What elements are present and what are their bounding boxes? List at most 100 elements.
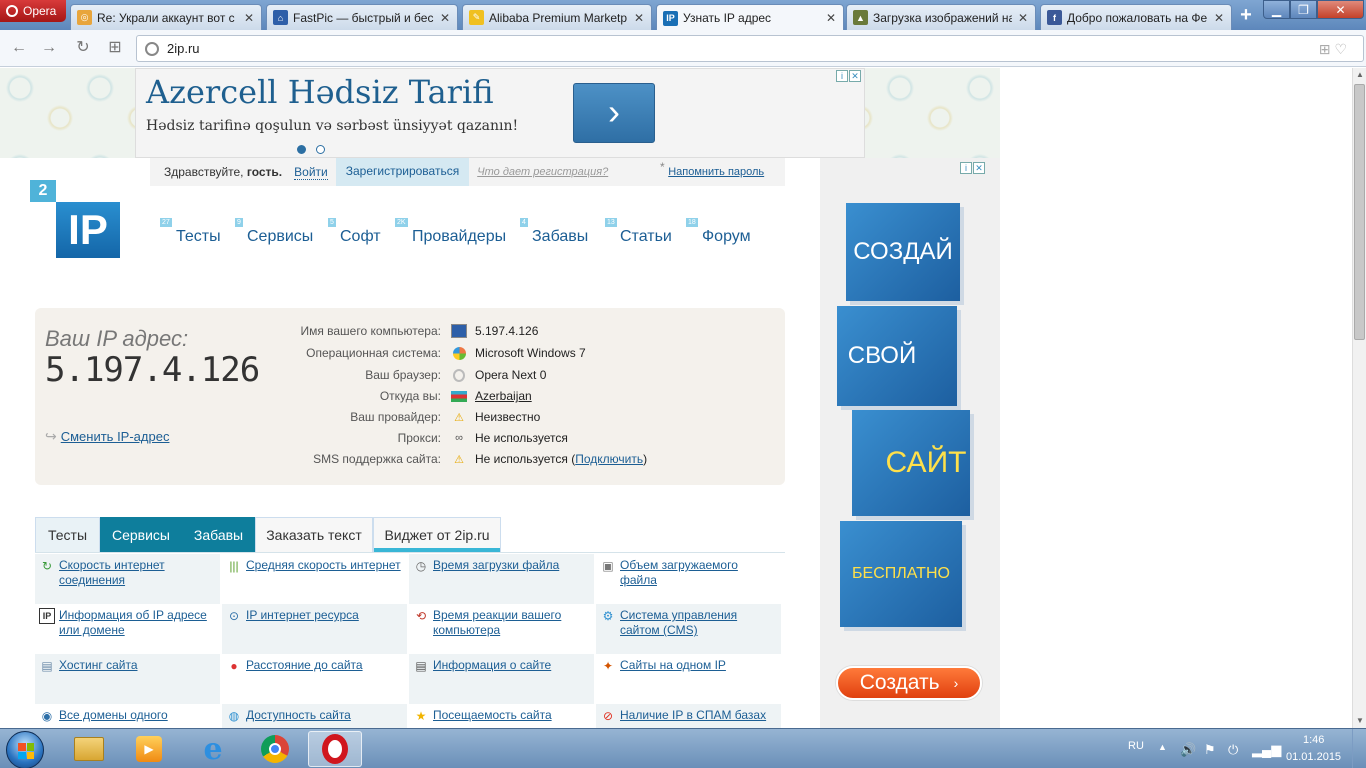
opera-taskbar-icon[interactable] [308,731,362,767]
connect-sms-link[interactable]: Подключить [575,452,643,466]
tab-widget-label: Виджет от 2ip.ru [384,527,490,543]
service-item[interactable]: ⊙ IP интернет ресурса [222,604,407,654]
forward-icon[interactable]: → [40,39,58,57]
browser-icon [451,368,467,382]
tab-fun[interactable]: Забавы [182,517,255,552]
show-desktop-button[interactable] [1352,729,1366,768]
remind-password-link[interactable]: Напомнить пароль [668,166,764,178]
service-link[interactable]: Доступность сайта [246,708,351,728]
service-link[interactable]: IP интернет ресурса [246,608,359,654]
ad-dot[interactable] [316,145,325,154]
create-site-button[interactable]: Создать › [836,666,982,700]
tab-tests[interactable]: Тесты [35,517,100,552]
service-item[interactable]: ▣ Объем загружаемого файла [596,554,781,604]
minimize-button[interactable]: ▁ [1263,0,1290,19]
service-item[interactable]: ⚙ Система управления сайтом (CMS) [596,604,781,654]
service-link[interactable]: Информация об IP адресе или домене [59,608,216,654]
page-scrollbar[interactable]: ▲ ▼ [1352,68,1366,728]
site-logo[interactable]: 2 IP [30,180,120,260]
ad-dot-active[interactable] [297,145,306,154]
service-item[interactable]: ◉ Все домены одного [35,704,220,728]
side-banner-ad[interactable]: i ✕ СОЗДАЙ СВОЙ САЙТ БЕСПЛАТНО Создать › [820,158,1000,728]
browser-tab[interactable]: ◎ Re: Украли аккаунт вот с ✕ [70,4,262,30]
service-item[interactable]: ||| Средняя скорость интернет [222,554,407,604]
tab-services[interactable]: Сервисы [100,517,182,552]
browser-tab[interactable]: ▲ Загрузка изображений на ✕ [846,4,1036,30]
service-item[interactable]: ◍ Доступность сайта [222,704,407,728]
internet-explorer-taskbar-icon[interactable]: e [186,731,240,767]
service-link[interactable]: Средняя скорость интернет [246,558,401,604]
service-link[interactable]: Наличие IP в СПАМ базах [620,708,766,728]
service-item[interactable]: ◷ Время загрузки файла [409,554,594,604]
new-tab-button[interactable]: + [1236,5,1256,26]
media-player-taskbar-icon[interactable]: ▶ [122,731,176,767]
chrome-taskbar-icon[interactable] [248,731,302,767]
service-link[interactable]: Объем загружаемого файла [620,558,777,604]
service-item[interactable]: ✦ Сайты на одном IP [596,654,781,704]
register-button[interactable]: Зарегистрироваться [335,158,470,186]
location-link[interactable]: Azerbaijan [475,389,532,403]
service-item[interactable]: ▤ Хостинг сайта [35,654,220,704]
service-item[interactable]: ↻ Скорость интернет соединения [35,554,220,604]
tab-close-icon[interactable]: ✕ [825,11,837,25]
network-signal-icon[interactable]: ▂▄▆ [1252,742,1281,758]
service-link[interactable]: Сайты на одном IP [620,658,726,704]
browser-tab[interactable]: ✎ Alibaba Premium Marketp ✕ [462,4,652,30]
service-item[interactable]: ● Расстояние до сайта [222,654,407,704]
service-link[interactable]: Расстояние до сайта [246,658,363,704]
change-ip-link[interactable]: ↪ Сменить IP-адрес [45,428,169,445]
scroll-up-arrow-icon[interactable]: ▲ [1353,68,1366,82]
clock-time[interactable]: 1:46 [1303,734,1324,746]
tab-widget[interactable]: Виджет от 2ip.ru [373,517,501,552]
site-info-icon[interactable] [145,41,159,56]
opera-menu-button[interactable]: Opera [0,0,66,22]
start-button[interactable] [6,731,44,768]
tab-close-icon[interactable]: ✕ [243,11,255,25]
service-item[interactable]: IP Информация об IP адресе или домене [35,604,220,654]
action-center-flag-icon[interactable]: ⚑ [1204,742,1216,758]
registration-info-link[interactable]: Что дает регистрация? [477,166,608,178]
language-indicator[interactable]: RU [1128,740,1144,752]
service-link[interactable]: Система управления сайтом (CMS) [620,608,777,654]
service-item[interactable]: ⟲ Время реакции вашего компьютера [409,604,594,654]
show-hidden-icons-icon[interactable]: ▲ [1158,742,1167,752]
scroll-down-arrow-icon[interactable]: ▼ [1353,714,1366,728]
service-link[interactable]: Время реакции вашего компьютера [433,608,590,654]
volume-icon[interactable]: 🔊 [1180,742,1196,758]
adchoices-icon[interactable]: i ✕ [960,162,986,174]
tab-close-icon[interactable]: ✕ [439,11,451,25]
speed-dial-icon[interactable]: ⊞ [106,39,124,57]
adchoices-icon[interactable]: i ✕ [836,70,862,82]
login-link[interactable]: Войти [294,165,328,180]
url-field[interactable]: 2ip.ru ⊞♡ [136,35,1364,62]
service-link[interactable]: Информация о сайте [433,658,551,704]
back-icon[interactable]: ← [10,39,28,57]
browser-tab[interactable]: IP Узнать IP адрес ✕ [656,4,844,31]
tab-favicon-icon: ✎ [469,10,484,25]
tab-close-icon[interactable]: ✕ [1213,11,1225,25]
clock-date[interactable]: 01.01.2015 [1286,751,1341,763]
service-item[interactable]: ★ Посещаемость сайта [409,704,594,728]
browser-tab[interactable]: ⌂ FastPic — быстрый и бес ✕ [266,4,458,30]
browser-tab[interactable]: f Добро пожаловать на Фе ✕ [1040,4,1232,30]
service-link[interactable]: Скорость интернет соединения [59,558,216,604]
reload-icon[interactable]: ↻ [74,39,92,57]
service-item[interactable]: ▤ Информация о сайте [409,654,594,704]
service-link[interactable]: Посещаемость сайта [433,708,552,728]
tab-order-text[interactable]: Заказать текст [255,517,373,552]
service-link[interactable]: Все домены одного [59,708,168,728]
top-banner-ad[interactable]: Azercell Hədsiz Tarifi Hədsiz tarifinə q… [135,68,865,158]
service-link[interactable]: Время загрузки файла [433,558,559,604]
explorer-taskbar-icon[interactable] [62,731,116,767]
bookmark-heart-icon[interactable]: ⊞♡ [1319,41,1351,58]
scroll-thumb[interactable] [1354,84,1365,340]
power-icon[interactable]: ⏻ [1228,742,1238,758]
windows-icon [451,346,467,360]
ad-next-button[interactable]: › [573,83,655,143]
service-link[interactable]: Хостинг сайта [59,658,138,704]
tab-close-icon[interactable]: ✕ [1017,11,1029,25]
maximize-button[interactable]: ❐ [1290,0,1317,19]
tab-close-icon[interactable]: ✕ [633,11,645,25]
service-item[interactable]: ⊘ Наличие IP в СПАМ базах [596,704,781,728]
close-window-button[interactable]: ✕ [1317,0,1364,19]
